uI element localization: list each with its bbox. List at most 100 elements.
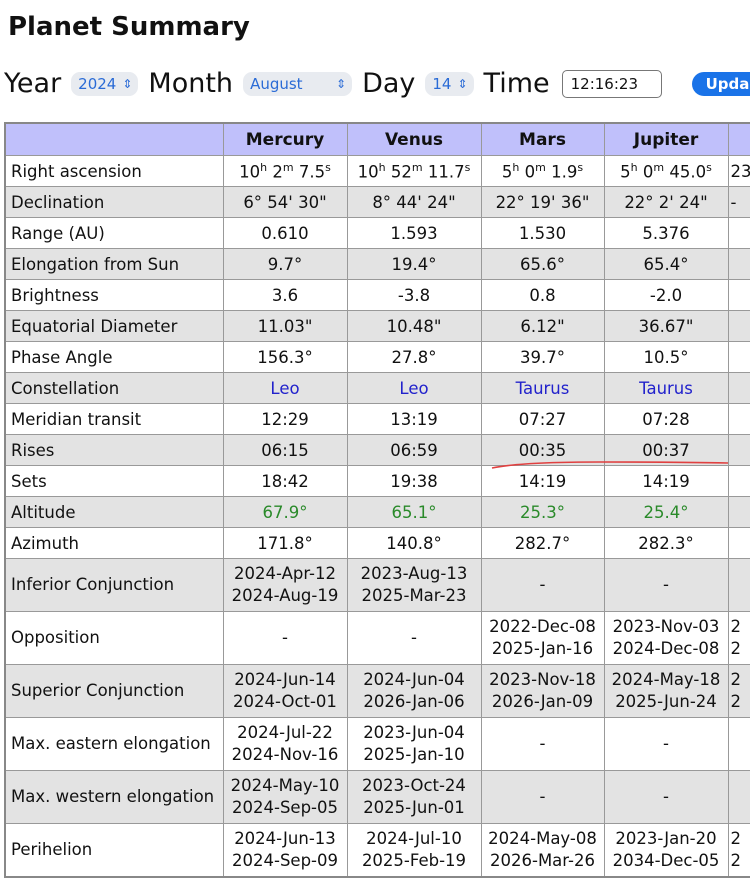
- month-select[interactable]: August ⇕: [243, 71, 353, 96]
- table-cell: 00:35: [480, 434, 605, 466]
- table-row: Constellation Leo Leo Taurus Taurus: [4, 372, 750, 404]
- cell-line: -: [539, 734, 546, 753]
- cell-line: -: [663, 575, 669, 594]
- year-select[interactable]: 2024 ⇕: [71, 71, 139, 96]
- month-label: Month: [148, 68, 234, 99]
- ra-s-value: 7.5: [298, 162, 326, 182]
- cell-line: 2023-Nov-18: [489, 670, 596, 689]
- cell-line: 2024-Aug-19: [231, 586, 339, 605]
- table-row: Brightness 3.6 -3.8 0.8 -2.0: [4, 279, 750, 311]
- table-cell: 6° 54' 30": [222, 186, 348, 218]
- table-cell: 36.67": [603, 310, 729, 342]
- table-cell: 67.9°: [222, 496, 348, 528]
- table-row: Altitude 67.9° 65.1° 25.3° 25.4°: [4, 496, 750, 528]
- cell-line: 2024-Jun-04: [363, 670, 465, 689]
- table-cell: -: [480, 770, 605, 824]
- ra-s-value: 11.7: [427, 162, 465, 182]
- table-cell: 140.8°: [346, 527, 482, 559]
- year-label: Year: [4, 68, 62, 99]
- column-header: Jupiter: [603, 122, 729, 156]
- table-row: Azimuth 171.8° 140.8° 282.7° 282.3°: [4, 527, 750, 559]
- table-cell: 2024-May-18 2025-Jun-24: [603, 664, 729, 718]
- cell-line: 2024-Jul-22: [237, 723, 333, 742]
- ra-s-value: 45.0: [669, 162, 707, 182]
- row-label: Opposition: [4, 611, 224, 665]
- table-cell: 06:15: [222, 434, 348, 466]
- unit-superscript: m: [535, 160, 546, 174]
- row-label: Superior Conjunction: [4, 664, 224, 718]
- ra-s-value: 1.9: [551, 162, 578, 182]
- chevron-updown-icon: ⇕: [336, 76, 347, 91]
- table-cell: -: [603, 717, 729, 771]
- table-cell: 2024-May-08 2026-Mar-26: [480, 823, 605, 878]
- table-row: Sets 18:42 19:38 14:19 14:19: [4, 465, 750, 497]
- table-cell: 65.6°: [480, 248, 605, 280]
- cell-line: 2024-Jul-10: [366, 829, 462, 848]
- table-cell: 0.8: [480, 279, 605, 311]
- ra-h-value: 5: [620, 162, 631, 182]
- cell-line: 2025-Jun-24: [615, 692, 717, 711]
- row-label: Brightness: [4, 279, 224, 311]
- cell-line: 2024-Dec-08: [612, 639, 720, 658]
- clipped-cell: [727, 403, 750, 435]
- table-cell: -: [603, 770, 729, 824]
- cell-line: 2024-Oct-01: [233, 692, 337, 711]
- column-header: Mercury: [222, 122, 348, 156]
- clipped-cell: [727, 434, 750, 466]
- cell-line: 2: [730, 639, 742, 658]
- table-cell: 156.3°: [222, 341, 348, 373]
- clipped-cell: [727, 717, 750, 771]
- page-title: Planet Summary: [8, 12, 250, 42]
- table-cell: 13:19: [346, 403, 482, 435]
- clipped-cell: 22: [727, 664, 750, 718]
- update-button[interactable]: Upda: [691, 71, 750, 96]
- cell-line: 2: [730, 851, 742, 870]
- cell-line: 2023-Aug-13: [360, 564, 468, 583]
- year-value: 2024: [78, 74, 117, 93]
- row-label: Phase Angle: [4, 341, 224, 373]
- table-cell: 2023-Nov-03 2024-Dec-08: [603, 611, 729, 665]
- table-cell[interactable]: Taurus: [603, 372, 729, 404]
- clipped-cell: 23: [727, 155, 750, 187]
- table-cell: 25.4°: [603, 496, 729, 528]
- time-input[interactable]: 12:16:23: [561, 69, 662, 98]
- row-label: Altitude: [4, 496, 224, 528]
- row-label: Declination: [4, 186, 224, 218]
- unit-superscript: h: [630, 160, 638, 174]
- row-label: Elongation from Sun: [4, 248, 224, 280]
- ra-m-value: 0: [524, 162, 536, 182]
- table-row: Rises 06:15 06:59 00:35 00:37: [4, 434, 750, 466]
- chevron-updown-icon: ⇕: [457, 76, 468, 91]
- cell-line: 2026-Mar-26: [490, 851, 595, 870]
- table-cell: 14:19: [480, 465, 605, 497]
- planet-table-container[interactable]: Mercury Venus Mars Jupiter Right ascension 1…: [4, 122, 750, 878]
- table-row: Range (AU) 0.610 1.593 1.530 5.376: [4, 217, 750, 249]
- table-cell: 10h 52m 11.7s: [346, 155, 482, 187]
- table-cell: 65.1°: [346, 496, 482, 528]
- cell-line: 2024-May-18: [611, 670, 721, 689]
- day-value: 14: [432, 74, 452, 93]
- row-label: Max. western elongation: [4, 770, 224, 824]
- ra-h-value: 10: [239, 162, 261, 182]
- cell-line: 2: [730, 617, 742, 636]
- clipped-cell: 22: [727, 611, 750, 665]
- chevron-updown-icon: ⇕: [122, 76, 133, 91]
- table-cell: -: [603, 558, 729, 612]
- clipped-cell: [727, 217, 750, 249]
- table-cell: 2022-Dec-08 2025-Jan-16: [480, 611, 605, 665]
- cell-line: 2023-Jan-20: [615, 829, 717, 848]
- table-row: Max. western elongation 2024-May-10 2024-S…: [4, 770, 750, 824]
- row-label: Max. eastern elongation: [4, 717, 224, 771]
- table-cell[interactable]: Leo: [346, 372, 482, 404]
- day-select[interactable]: 14 ⇕: [425, 71, 474, 96]
- table-cell[interactable]: Taurus: [480, 372, 605, 404]
- table-row: Inferior Conjunction 2024-Apr-12 2024-Aug-…: [4, 558, 750, 612]
- table-cell: 282.7°: [480, 527, 605, 559]
- clipped-cell: [727, 465, 750, 497]
- table-cell[interactable]: Leo: [222, 372, 348, 404]
- table-cell: 2024-Jun-04 2026-Jan-06: [346, 664, 482, 718]
- table-row: Superior Conjunction 2024-Jun-14 2024-Oct-…: [4, 664, 750, 718]
- header-row: Mercury Venus Mars Jupiter: [4, 122, 750, 156]
- table-cell: 8° 44' 24": [346, 186, 482, 218]
- table-cell: 11.03": [222, 310, 348, 342]
